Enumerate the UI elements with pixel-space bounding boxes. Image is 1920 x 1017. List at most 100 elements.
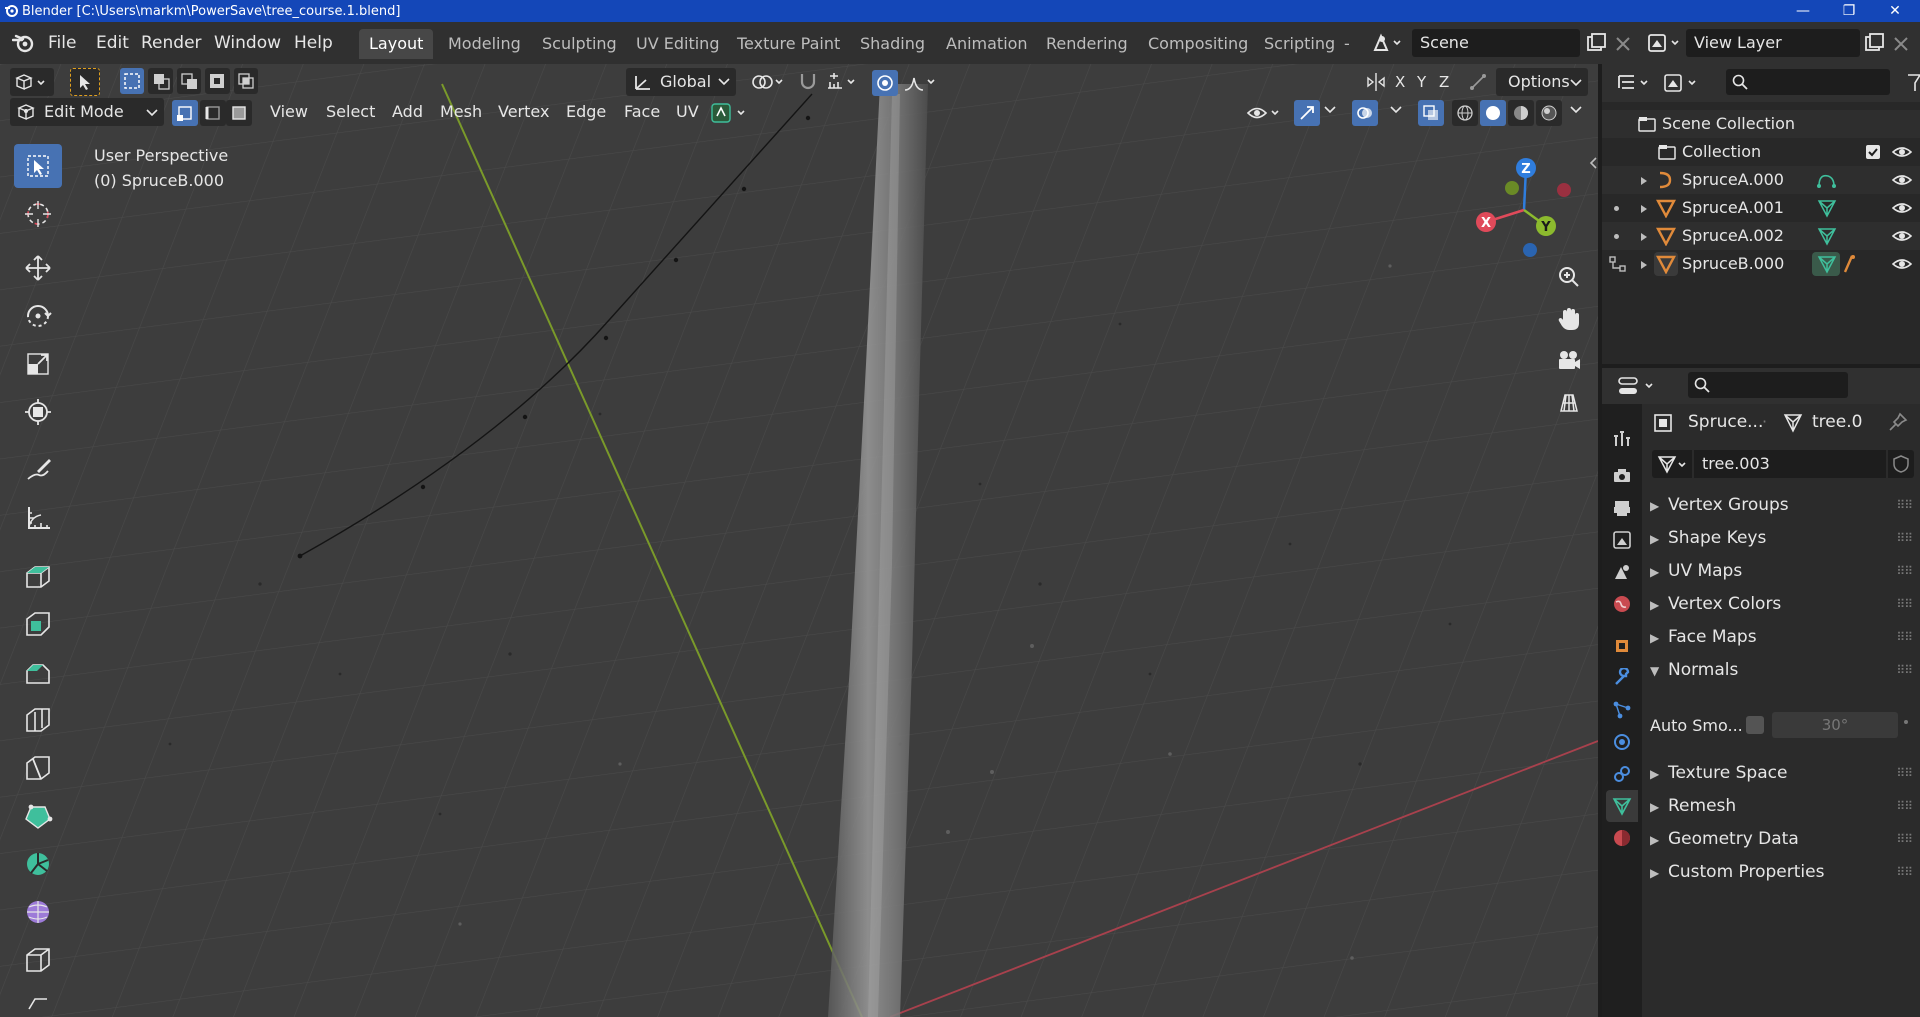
panel-vertex-colors[interactable]: ▶ Vertex Colors ⠿⠿ <box>1650 589 1914 619</box>
overlays-toggle-icon[interactable] <box>1352 100 1378 126</box>
drag-handle-icon[interactable]: ⠿⠿ <box>1896 490 1913 520</box>
select-tool-mode-icon[interactable] <box>70 68 100 96</box>
menu-mesh[interactable]: Mesh <box>432 98 490 126</box>
drag-handle-icon[interactable]: ⠿⠿ <box>1896 758 1913 788</box>
minimize-button[interactable]: — <box>1780 0 1826 22</box>
delete-scene-icon[interactable] <box>1612 31 1634 55</box>
menu-uv[interactable]: UV <box>668 98 707 126</box>
tab-output-icon[interactable] <box>1606 492 1638 524</box>
new-scene-icon[interactable] <box>1584 31 1608 55</box>
outliner-row-sprucea-000[interactable]: SpruceA.000 <box>1602 166 1920 194</box>
chevron-down-icon[interactable] <box>1570 106 1582 114</box>
mesh-browse-button[interactable] <box>1652 450 1692 478</box>
tab-material-icon[interactable] <box>1606 822 1638 854</box>
navigation-gizmo[interactable]: Z X Y <box>1466 148 1586 268</box>
edge-select-mode-icon[interactable] <box>200 100 226 126</box>
eye-icon[interactable] <box>1892 200 1912 216</box>
mesh-data-icon[interactable] <box>1816 254 1838 274</box>
panel-vertex-groups[interactable]: ▶ Vertex Groups ⠿⠿ <box>1650 490 1914 520</box>
tab-rendering[interactable]: Rendering <box>1036 29 1138 59</box>
mirror-z-toggle[interactable]: Z <box>1434 68 1454 96</box>
tab-tool-icon[interactable] <box>1606 422 1638 454</box>
eye-icon[interactable] <box>1892 172 1912 188</box>
wireframe-shading-icon[interactable] <box>1452 100 1478 126</box>
new-view-layer-icon[interactable] <box>1862 31 1886 55</box>
tab-physics-icon[interactable] <box>1606 726 1638 758</box>
pivot-point-icon[interactable] <box>748 70 788 96</box>
topology-mirror-icon[interactable] <box>1466 70 1490 94</box>
tab-object-icon[interactable] <box>1606 630 1638 662</box>
auto-smooth-checkbox[interactable] <box>1746 716 1764 734</box>
snap-toggle-icon[interactable] <box>796 70 820 94</box>
scale-tool-icon[interactable] <box>14 342 62 386</box>
snap-target-icon[interactable] <box>824 70 860 94</box>
outliner-row-sprucea-002[interactable]: SpruceA.002 <box>1602 222 1920 250</box>
chevron-down-icon[interactable] <box>1324 106 1336 114</box>
properties-editor-type-icon[interactable] <box>1616 374 1658 398</box>
tab-shading[interactable]: Shading <box>850 29 935 59</box>
menu-vertex[interactable]: Vertex <box>490 98 557 126</box>
disclosure-triangle-icon[interactable] <box>1640 176 1648 186</box>
zoom-icon[interactable] <box>1552 260 1586 294</box>
mesh-data-icon[interactable] <box>1816 226 1838 246</box>
sidebar-toggle-icon[interactable] <box>1588 156 1598 170</box>
drag-handle-icon[interactable]: ⠿⠿ <box>1896 523 1913 553</box>
select-intersect-icon[interactable] <box>233 68 259 94</box>
panel-remesh[interactable]: ▶ Remesh ⠿⠿ <box>1650 791 1914 821</box>
menu-render[interactable]: Render <box>135 30 208 56</box>
tab-scripting[interactable]: Scripting <box>1254 29 1345 59</box>
mirror-x-toggle[interactable]: X <box>1390 68 1410 96</box>
uv-sync-icon[interactable] <box>710 102 752 124</box>
drag-handle-icon[interactable]: ⠿⠿ <box>1896 857 1913 887</box>
properties-search-input[interactable] <box>1688 372 1848 398</box>
smooth-tool-icon[interactable] <box>14 890 62 934</box>
edit-mode-object-icon[interactable] <box>1608 255 1628 273</box>
tab-world-icon[interactable] <box>1606 588 1638 620</box>
panel-shape-keys[interactable]: ▶ Shape Keys ⠿⠿ <box>1650 523 1914 553</box>
mesh-data-icon[interactable] <box>1816 198 1838 218</box>
disclosure-triangle-icon[interactable] <box>1640 204 1648 214</box>
bevel-tool-icon[interactable] <box>14 650 62 694</box>
outliner-row-collection[interactable]: Collection <box>1602 138 1920 166</box>
knife-tool-icon[interactable] <box>14 746 62 790</box>
tab-render-icon[interactable] <box>1606 460 1638 492</box>
pin-icon[interactable] <box>1888 412 1908 432</box>
close-button[interactable]: ✕ <box>1872 0 1918 22</box>
maximize-button[interactable]: ❐ <box>1826 0 1872 22</box>
options-dropdown[interactable]: Options <box>1496 68 1588 96</box>
shear-tool-icon[interactable] <box>14 986 62 1016</box>
measure-tool-icon[interactable] <box>14 496 62 540</box>
panel-custom-properties[interactable]: ▶ Custom Properties ⠿⠿ <box>1650 857 1914 887</box>
gizmo-toggle-icon[interactable] <box>1294 100 1320 126</box>
shrink-fatten-tool-icon[interactable] <box>14 938 62 982</box>
curve-data-icon[interactable] <box>1816 170 1838 190</box>
select-subtract-icon[interactable] <box>176 68 202 94</box>
select-box-tool-icon[interactable] <box>14 144 62 188</box>
annotate-tool-icon[interactable] <box>14 448 62 492</box>
drag-handle-icon[interactable]: ⠿⠿ <box>1896 791 1913 821</box>
view-layer-icon[interactable] <box>1646 32 1682 54</box>
outliner-row-spruceb-000[interactable]: SpruceB.000 <box>1602 250 1920 278</box>
3d-viewport[interactable]: Global X Y Z Options Edit Mode View Sele… <box>0 64 1598 1017</box>
panel-face-maps[interactable]: ▶ Face Maps ⠿⠿ <box>1650 622 1914 652</box>
scene-icon[interactable] <box>1372 32 1402 54</box>
panel-geometry-data[interactable]: ▶ Geometry Data ⠿⠿ <box>1650 824 1914 854</box>
menu-edit[interactable]: Edit <box>90 30 135 56</box>
drag-handle-icon[interactable]: ⠿⠿ <box>1896 589 1913 619</box>
tab-modeling[interactable]: Modeling <box>438 29 531 59</box>
blender-menu-icon[interactable] <box>12 33 34 53</box>
tab-mesh-data-icon[interactable] <box>1606 790 1638 822</box>
animate-property-dot-icon[interactable] <box>1904 720 1908 724</box>
edit-mode-dot-icon[interactable] <box>1614 206 1619 211</box>
tab-sculpting[interactable]: Sculpting <box>532 29 627 59</box>
outliner-search-input[interactable] <box>1726 69 1890 95</box>
filter-icon[interactable] <box>1906 72 1920 94</box>
select-invert-icon[interactable] <box>205 68 230 94</box>
tab-animation[interactable]: Animation <box>936 29 1038 59</box>
inset-faces-tool-icon[interactable] <box>14 602 62 646</box>
select-new-icon[interactable] <box>120 68 145 94</box>
edit-mode-dot-icon[interactable] <box>1614 234 1619 239</box>
mesh-datablock-name-field[interactable]: tree.003 <box>1694 450 1886 478</box>
drag-handle-icon[interactable]: ⠿⠿ <box>1896 655 1913 685</box>
move-tool-icon[interactable] <box>14 246 62 290</box>
